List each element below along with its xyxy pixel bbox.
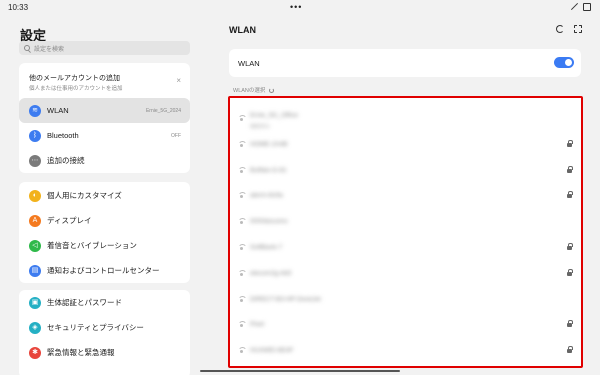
settings-sidebar: 設定 設定を検索 他のメールアカウントの追加 個人または仕事用のアカウントを追加… — [0, 16, 200, 375]
display-icon: A — [29, 214, 41, 227]
search-icon — [24, 45, 30, 51]
wlan-toggle-row[interactable]: WLAN — [229, 49, 581, 77]
network-row[interactable]: Pixel — [230, 312, 581, 338]
battery-icon — [583, 3, 591, 11]
network-row[interactable]: aterm-8c9a — [230, 183, 581, 209]
network-row[interactable]: elecom2g-4d3 — [230, 261, 581, 287]
wifi-icon: ≋ — [29, 104, 41, 117]
sidebar-item[interactable]: ◐ 個人用にカスタマイズ — [19, 183, 190, 208]
network-row[interactable]: HUAWEI-8E4F — [230, 338, 581, 364]
wifi-signal-icon — [238, 140, 247, 147]
home-indicator[interactable] — [200, 370, 400, 372]
wifi-signal-icon — [238, 218, 247, 225]
wifi-signal-icon — [238, 347, 247, 354]
emergency-icon: ✱ — [29, 346, 41, 359]
sidebar-item[interactable]: ◁ 着信音とバイブレーション — [19, 233, 190, 258]
connection-group: ≋ WLAN Ernie_5G_2024 ᛒ Bluetooth OFF ⋯ 追加の接続 — [19, 98, 190, 173]
sidebar-item-value: OFF — [171, 132, 181, 139]
sidebar-item-label: 着信音とバイブレーション — [47, 241, 137, 250]
sidebar-item-label: セキュリティとプライバシー — [47, 323, 144, 332]
sidebar-item[interactable]: ᛒ Bluetooth OFF — [19, 123, 190, 148]
sound-icon: ◁ — [29, 239, 41, 252]
network-ssid: Buffalo-G-81 — [250, 166, 287, 174]
network-ssid: 0000docomo — [250, 218, 288, 226]
lock-icon — [567, 139, 573, 147]
multitask-dots-icon[interactable]: ••• — [290, 2, 302, 12]
sidebar-item-label: WLAN — [47, 106, 69, 115]
do-not-disturb-icon — [570, 3, 578, 11]
sidebar-item-label: 追加の接続 — [47, 156, 85, 165]
sidebar-item-value: Ernie_5G_2024 — [145, 107, 181, 114]
add-account-title: 他のメールアカウントの追加 — [29, 75, 120, 82]
network-status: 接続済み — [250, 124, 271, 130]
sidebar-item[interactable]: ≋ WLAN Ernie_5G_2024 — [19, 98, 190, 123]
network-ssid: elecom2g-4d3 — [250, 269, 292, 277]
network-row[interactable]: HOME-2A4B — [230, 132, 581, 158]
lock-icon — [567, 346, 573, 354]
sidebar-item[interactable]: A ディスプレイ — [19, 208, 190, 233]
network-ssid: HOME-2A4B — [250, 140, 288, 148]
refresh-icon[interactable] — [556, 25, 564, 33]
sidebar-item-label: 通知およびコントロールセンター — [47, 266, 160, 275]
sidebar-item-label: ディスプレイ — [47, 216, 92, 225]
notification-icon: ▤ — [29, 264, 41, 277]
wlan-toggle-switch[interactable] — [554, 57, 574, 68]
personalization-group: ◐ 個人用にカスタマイズ A ディスプレイ ◁ 着信音とバイブレーション ▤ 通知およびコント… — [19, 182, 190, 283]
sidebar-item[interactable]: ⋯ 追加の接続 — [19, 148, 190, 173]
security-group: ▣ 生体認証とパスワード ◈ セキュリティとプライバシー ✱ 緊急情報と緊急通報 — [19, 290, 190, 375]
lock-icon — [567, 191, 573, 199]
network-ssid: Pixel — [250, 321, 265, 329]
page-title: WLAN — [229, 25, 256, 35]
shield-icon: ◈ — [29, 321, 41, 334]
wifi-signal-icon — [238, 295, 247, 302]
search-input[interactable]: 設定を検索 — [19, 41, 190, 55]
status-time: 10:33 — [8, 3, 29, 12]
status-bar: 10:33 ••• — [0, 0, 600, 16]
wifi-signal-icon — [238, 321, 247, 328]
wifi-signal-icon — [238, 269, 247, 276]
wifi-signal-icon — [238, 115, 247, 121]
available-networks-label: WLANの選択 — [233, 88, 266, 94]
add-account-subtitle: 個人または仕事用のアカウントを追加 — [29, 86, 123, 92]
sidebar-item-label: 個人用にカスタマイズ — [47, 191, 122, 200]
network-ssid: SoftBank-7 — [250, 244, 283, 251]
available-networks-header: WLANの選択 — [233, 86, 275, 94]
network-list: Ernie_5G_Office 接続済み HOME-2A4B Buffalo-G-81… — [228, 96, 583, 368]
wifi-signal-icon — [238, 244, 247, 250]
sidebar-item[interactable]: ▣ 生体認証とパスワード — [19, 290, 190, 315]
network-ssid: Ernie_5G_Office — [250, 112, 298, 119]
sidebar-item-label: Bluetooth — [47, 131, 79, 140]
lock-icon — [567, 268, 573, 276]
network-ssid: aterm-8c9a — [250, 192, 283, 200]
network-row[interactable]: Buffalo-G-81 — [230, 158, 581, 184]
more-connections-icon: ⋯ — [29, 154, 41, 167]
bluetooth-icon: ᛒ — [29, 129, 41, 142]
sidebar-item[interactable]: ◈ セキュリティとプライバシー — [19, 315, 190, 340]
palette-icon: ◐ — [29, 189, 41, 202]
wlan-toggle-label: WLAN — [238, 59, 260, 68]
search-placeholder: 設定を検索 — [34, 46, 65, 53]
wifi-signal-icon — [238, 192, 247, 199]
network-ssid: DIRECT-B3-HP-DeskJet — [250, 295, 321, 303]
scan-icon[interactable] — [574, 25, 582, 33]
lock-icon — [567, 243, 573, 250]
sidebar-item-label: 緊急情報と緊急通報 — [47, 348, 115, 357]
sidebar-item-label: 生体認証とパスワード — [47, 298, 122, 307]
wifi-signal-icon — [238, 166, 247, 173]
scanning-spinner-icon — [269, 87, 275, 93]
network-ssid: HUAWEI-8E4F — [250, 347, 294, 355]
network-row[interactable]: 0000docomo — [230, 209, 581, 235]
network-row[interactable]: SoftBank-7 — [230, 235, 581, 261]
network-row[interactable]: Ernie_5G_Office 接続済み — [230, 106, 581, 132]
sidebar-item[interactable]: ✱ 緊急情報と緊急通報 — [19, 340, 190, 365]
lock-icon: ▣ — [29, 296, 41, 309]
lock-icon — [567, 165, 573, 173]
lock-icon — [567, 320, 573, 328]
sidebar-item[interactable]: ▤ 通知およびコントロールセンター — [19, 258, 190, 283]
close-icon[interactable]: × — [176, 76, 181, 85]
network-row[interactable]: DIRECT-B3-HP-DeskJet — [230, 287, 581, 313]
